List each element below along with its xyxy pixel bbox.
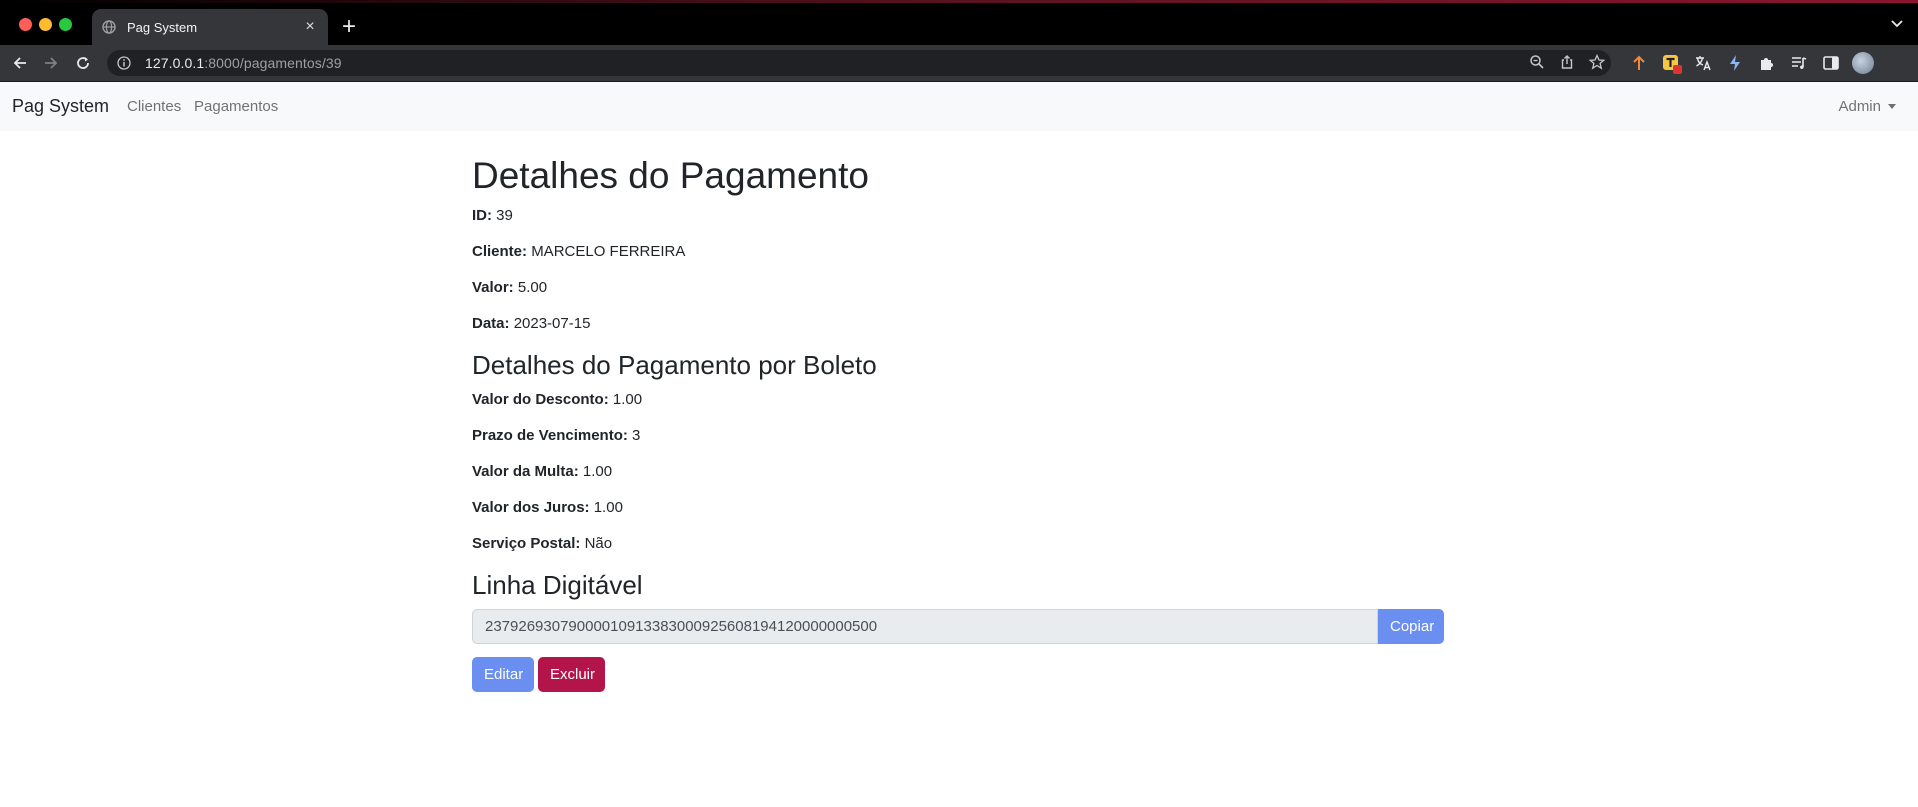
- arrow-up-extension-icon[interactable]: [1628, 52, 1650, 74]
- bolt-extension-icon[interactable]: [1724, 52, 1746, 74]
- field-value: 2023-07-15: [513, 315, 591, 333]
- field-valor-multa: Valor da Multa: 1.00: [472, 462, 1446, 482]
- field-prazo-vencimento: Prazo de Vencimento: 3: [472, 426, 1446, 446]
- extensions-area: [1628, 52, 1874, 74]
- reading-list-icon[interactable]: [1788, 52, 1810, 74]
- browser-tab[interactable]: Pag System ×: [92, 9, 328, 45]
- field-label: Valor da Multa:: [472, 462, 579, 480]
- maximize-window-button[interactable]: [59, 18, 72, 31]
- close-window-button[interactable]: [19, 18, 32, 31]
- field-label: Valor dos Juros:: [472, 498, 590, 516]
- profile-avatar[interactable]: [1852, 52, 1874, 74]
- globe-icon: [102, 20, 117, 35]
- field-value: 1.00: [582, 462, 613, 480]
- back-icon[interactable]: [9, 52, 31, 74]
- forward-icon[interactable]: [40, 52, 62, 74]
- linha-digitavel-group: Copiar: [472, 608, 1444, 644]
- nav-link-pagamentos[interactable]: Pagamentos: [194, 98, 278, 115]
- caret-down-icon: [1888, 104, 1896, 109]
- field-value: 3: [632, 426, 641, 444]
- field-value: 1.00: [612, 390, 643, 408]
- field-data: Data: 2023-07-15: [472, 314, 1446, 334]
- field-valor-desconto: Valor do Desconto: 1.00: [472, 390, 1446, 410]
- url-path: :8000/pagamentos/39: [204, 55, 342, 71]
- extension-badge: [1673, 65, 1682, 74]
- address-bar-actions: [1529, 53, 1606, 75]
- field-value: 39: [496, 207, 513, 225]
- url-host: 127.0.0.1: [145, 55, 205, 71]
- user-dropdown[interactable]: Admin: [1838, 98, 1896, 115]
- delete-button[interactable]: Excluir: [538, 656, 605, 692]
- field-value: 1.00: [593, 498, 623, 516]
- copy-button[interactable]: Copiar: [1378, 608, 1444, 644]
- main-content: Detalhes do Pagamento ID: 39 Cliente: MA…: [472, 131, 1446, 692]
- edit-button[interactable]: Editar: [472, 656, 534, 692]
- navbar-brand[interactable]: Pag System: [12, 96, 109, 117]
- browser-toolbar: 127.0.0.1:8000/pagamentos/39: [0, 45, 1918, 81]
- new-tab-button[interactable]: +: [342, 14, 356, 40]
- boleto-section-title: Detalhes do Pagamento por Boleto: [472, 350, 877, 381]
- bookmark-star-icon[interactable]: [1588, 53, 1606, 75]
- tab-close-icon[interactable]: ×: [302, 18, 318, 36]
- tab-title: Pag System: [127, 19, 198, 35]
- field-label: Valor do Desconto:: [472, 390, 609, 408]
- field-label: Cliente:: [472, 243, 528, 261]
- field-valor: Valor: 5.00: [472, 278, 1446, 298]
- field-value: Não: [584, 534, 613, 552]
- linha-digitavel-title: Linha Digitável: [472, 569, 643, 600]
- address-bar[interactable]: 127.0.0.1:8000/pagamentos/39: [107, 50, 1611, 76]
- field-servico-postal: Serviço Postal: Não: [472, 534, 1446, 554]
- site-info-icon[interactable]: [117, 55, 133, 71]
- page-title: Detalhes do Pagamento: [472, 155, 869, 196]
- zoom-icon[interactable]: [1529, 54, 1545, 75]
- share-icon[interactable]: [1559, 54, 1575, 75]
- field-label: Valor:: [472, 279, 514, 297]
- url-text: 127.0.0.1:8000/pagamentos/39: [145, 55, 342, 71]
- translate-extension-icon[interactable]: [1692, 52, 1714, 74]
- side-panel-icon[interactable]: [1820, 52, 1842, 74]
- tab-strip-accent: [0, 0, 1918, 3]
- field-cliente: Cliente: MARCELO FERREIRA: [472, 242, 1446, 262]
- field-label: Data:: [472, 315, 510, 333]
- field-label: Serviço Postal:: [472, 534, 581, 552]
- tab-search-icon[interactable]: [1890, 16, 1904, 35]
- user-dropdown-label: Admin: [1838, 98, 1881, 115]
- field-value: 5.00: [517, 279, 548, 297]
- field-valor-juros: Valor dos Juros: 1.00: [472, 498, 1446, 518]
- nav-link-clientes[interactable]: Clientes: [127, 98, 181, 115]
- field-value: MARCELO FERREIRA: [531, 243, 686, 261]
- field-label: Prazo de Vencimento:: [472, 426, 628, 444]
- minimize-window-button[interactable]: [39, 18, 52, 31]
- navbar: Pag System Clientes Pagamentos Admin: [0, 82, 1918, 131]
- action-buttons: Editar Excluir: [472, 656, 1446, 692]
- t-extension-icon[interactable]: [1660, 52, 1682, 74]
- browser-tab-strip: Pag System × +: [0, 0, 1918, 45]
- field-label: ID:: [472, 207, 492, 225]
- field-id: ID: 39: [472, 206, 1446, 226]
- reload-icon[interactable]: [72, 52, 94, 74]
- linha-digitavel-input[interactable]: [472, 608, 1378, 644]
- puzzle-extensions-icon[interactable]: [1756, 52, 1778, 74]
